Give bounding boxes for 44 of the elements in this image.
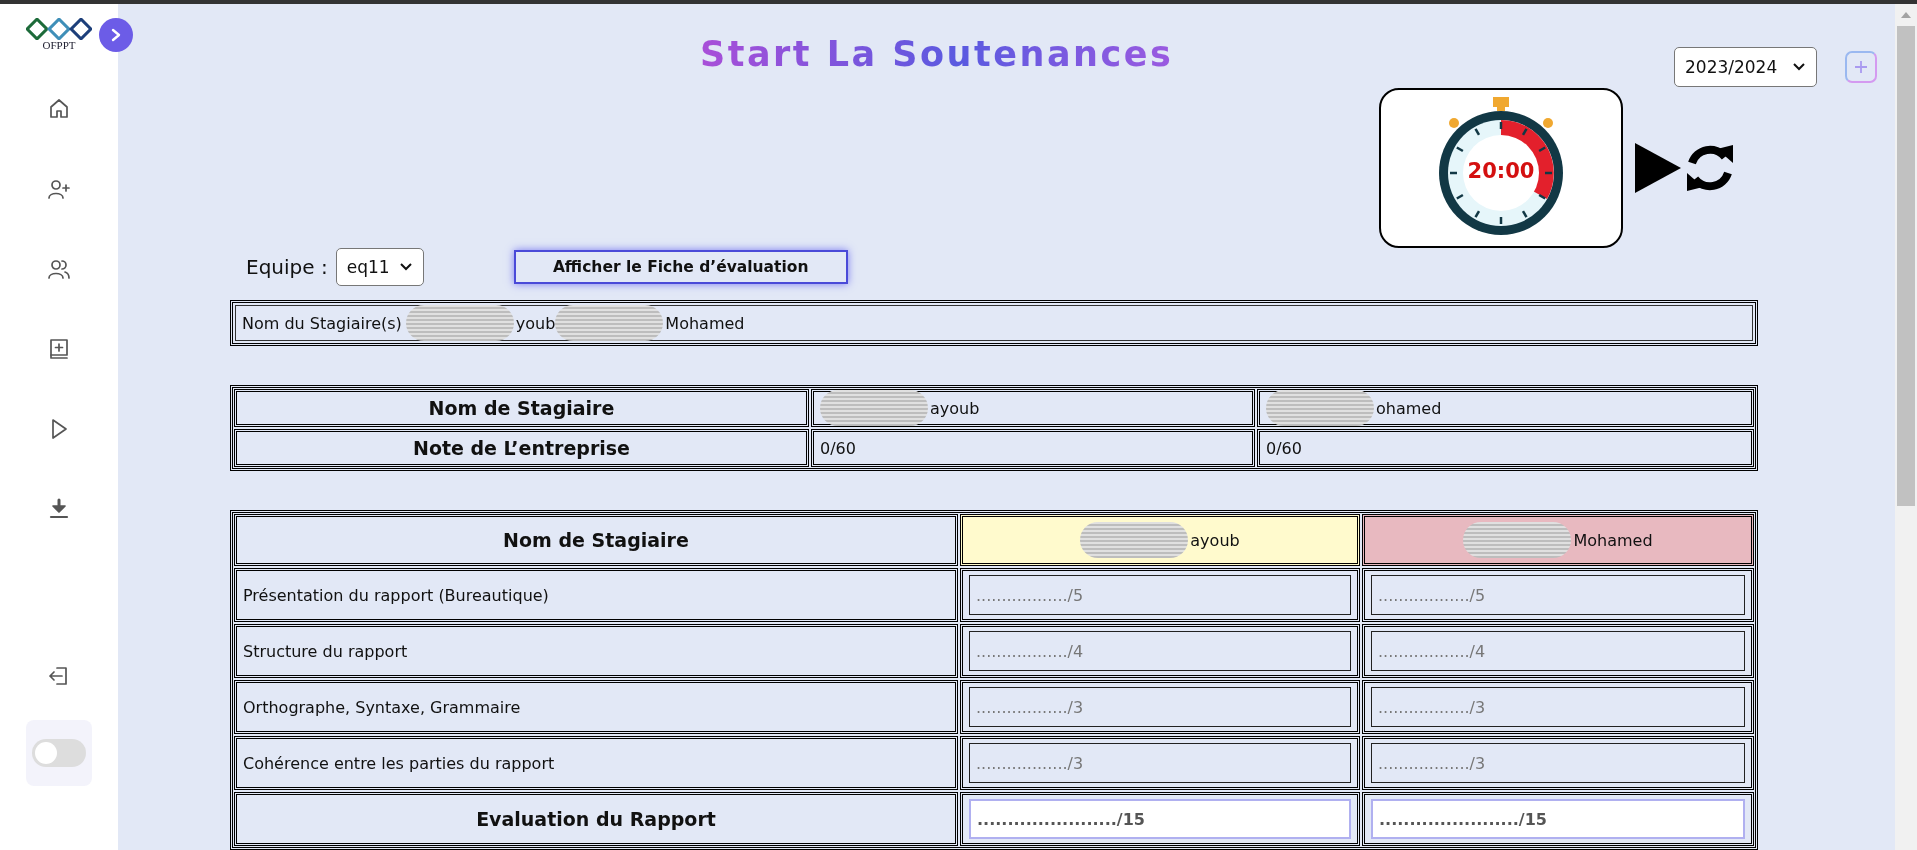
score-input[interactable]: ................../3 (1371, 743, 1745, 783)
trainee-name: Mohamed (665, 313, 745, 333)
total-input[interactable]: ......................./15 (969, 799, 1351, 839)
plus-icon (1853, 59, 1869, 75)
theme-toggle[interactable] (32, 739, 86, 767)
chevron-right-icon (110, 28, 122, 42)
total-input[interactable]: ......................./15 (1371, 799, 1745, 839)
expand-button[interactable] (99, 18, 133, 52)
logo-icon (26, 18, 92, 40)
criterion-label: Cohérence entre les parties du rapport (234, 736, 958, 790)
criterion-label: Structure du rapport (234, 624, 958, 678)
year-select[interactable]: 2023/2024 (1674, 47, 1817, 87)
score-input[interactable]: ................../3 (969, 687, 1351, 727)
score-input[interactable]: ................../5 (1371, 575, 1745, 615)
play-icon[interactable] (1633, 141, 1683, 195)
caret-icon (398, 262, 413, 272)
column-header: Nom de Stagiaire (234, 514, 958, 566)
row-header: Nom de Stagiaire (234, 389, 809, 427)
show-form-button[interactable]: Afficher le Fiche d’évaluation (513, 250, 848, 284)
table-cell: 0/60 (1266, 438, 1302, 458)
team-label: Equipe : (246, 255, 328, 279)
score-input[interactable]: ................../3 (1371, 687, 1745, 727)
score-input[interactable]: ................../4 (969, 631, 1351, 671)
table-cell: ayoub (930, 398, 980, 418)
scrollbar-thumb[interactable] (1897, 26, 1915, 506)
table-cell: 0/60 (820, 438, 856, 458)
names-field[interactable]: Nom du Stagiaire(s) youb Mohamed (235, 305, 1753, 341)
caret-icon (1792, 62, 1806, 72)
timer-text: 20:00 (1467, 158, 1535, 183)
criterion-label: Orthographe, Syntaxe, Grammaire (234, 680, 958, 734)
scrollbar[interactable] (1895, 4, 1917, 850)
trainee-name: youb (515, 313, 556, 333)
criterion-label: Présentation du rapport (Bureautique) (234, 568, 958, 622)
score-input[interactable]: ................../5 (969, 575, 1351, 615)
total-label: Evaluation du Rapport (234, 792, 958, 846)
names-label: Nom du Stagiaire(s) (242, 313, 402, 333)
student-name: Mohamed (1573, 530, 1653, 550)
student-name: ayoub (1190, 530, 1240, 550)
team-select[interactable]: eq11 (335, 248, 424, 286)
row-header: Note de L’entreprise (234, 429, 809, 467)
table-cell: ohamed (1376, 398, 1442, 418)
score-input[interactable]: ................../3 (969, 743, 1351, 783)
score-input[interactable]: ................../4 (1371, 631, 1745, 671)
logo-text: OFPPT (42, 40, 76, 51)
